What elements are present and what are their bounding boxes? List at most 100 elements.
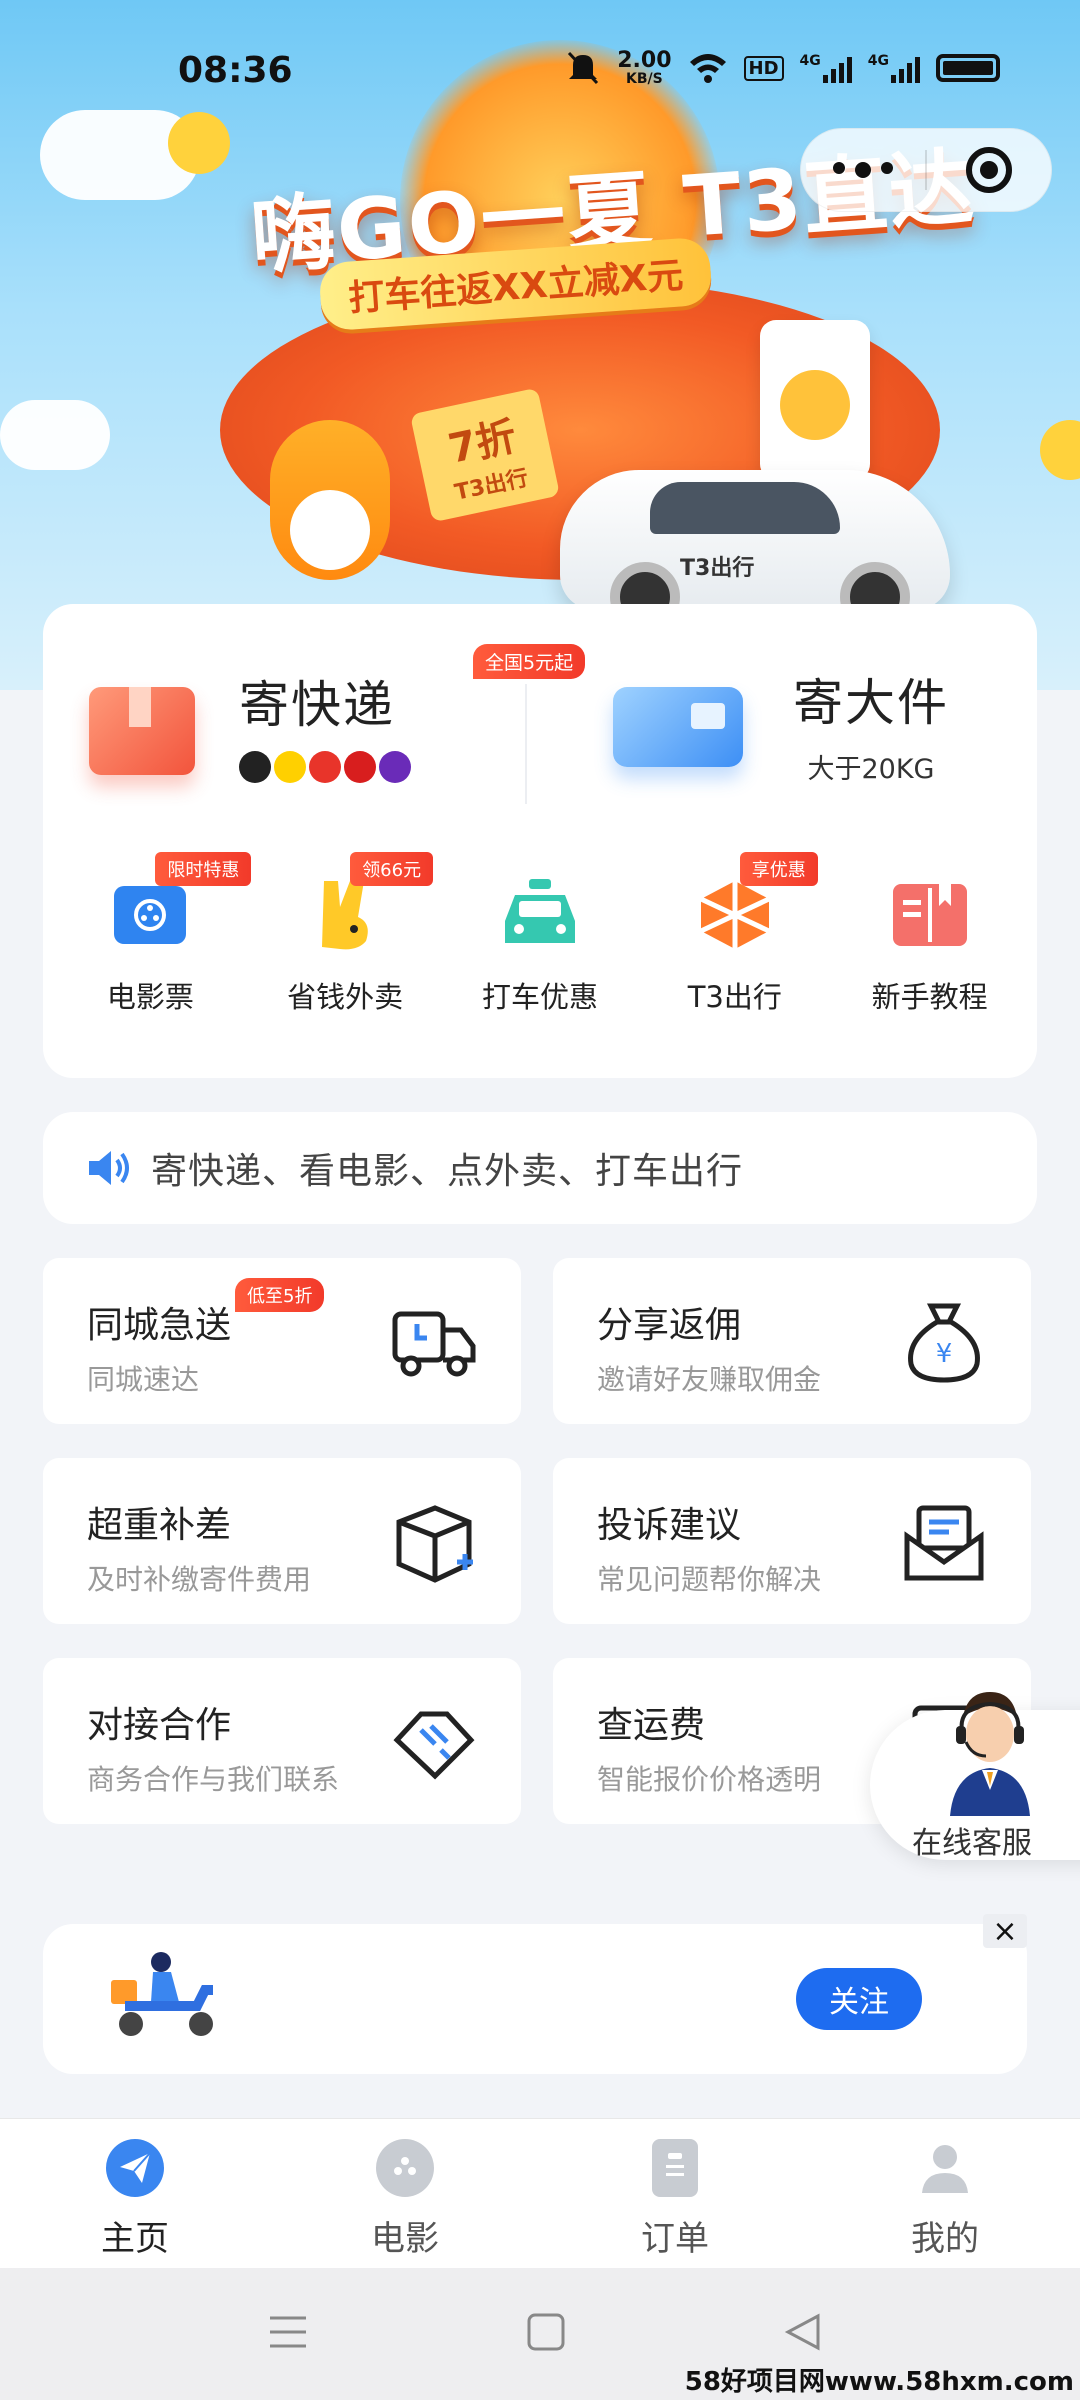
quick-entry-tag: 享优惠 xyxy=(739,852,818,886)
signal-1: 4G xyxy=(800,53,852,83)
battery-icon xyxy=(936,54,1000,82)
tab-label: 我的 xyxy=(911,2219,979,2259)
tile-share-commission[interactable]: 分享返佣 邀请好友赚取佣金 ¥ xyxy=(553,1258,1031,1424)
jd-logo-icon xyxy=(344,751,376,783)
quick-entry-tag: 限时特惠 xyxy=(155,852,252,886)
tab-profile[interactable]: 我的 xyxy=(810,2119,1080,2268)
follow-button[interactable]: 关注 xyxy=(796,1968,922,2030)
express-price-tag: 全国5元起 xyxy=(473,644,586,679)
speaker-icon xyxy=(89,1151,129,1185)
online-service-label: 在线客服 xyxy=(912,1826,1032,1861)
quick-entry-label: 打车优惠 xyxy=(481,980,598,1014)
close-follow-bar-icon[interactable]: × xyxy=(983,1914,1027,1949)
net-speed-value: 2.00 xyxy=(617,48,672,73)
book-icon xyxy=(889,874,971,956)
sf-logo-icon xyxy=(239,751,271,783)
tab-label: 订单 xyxy=(641,2219,709,2259)
quick-entry-takeout[interactable]: 省钱外卖 领66元 xyxy=(250,852,440,1016)
quick-entry-label: T3出行 xyxy=(687,980,782,1014)
send-express-title: 寄快递 xyxy=(239,676,395,734)
laughing-emoji-icon xyxy=(1040,420,1080,480)
menu-icon[interactable] xyxy=(268,2312,308,2352)
quick-entry-movie[interactable]: 电影票 限时特惠 xyxy=(55,852,252,1016)
tile-subtitle: 智能报价价格透明 xyxy=(597,1763,822,1796)
car-logo: T3出行 xyxy=(680,556,755,581)
quick-entry-label: 电影票 xyxy=(106,980,194,1014)
tile-subtitle: 同城速达 xyxy=(87,1363,200,1396)
system-navigation-bar: 58好项目网www.58hxm.com xyxy=(0,2268,1080,2400)
tiger-mascot xyxy=(270,420,390,580)
tile-same-city-delivery[interactable]: 同城急送 同城速达 低至5折 xyxy=(43,1258,521,1424)
money-bag-icon: ¥ xyxy=(908,1303,980,1383)
debang-logo-icon xyxy=(309,751,341,783)
status-icons: 2.00 KB/S HD 4G 4G xyxy=(565,50,1000,86)
tile-cooperation[interactable]: 对接合作 商务合作与我们联系 xyxy=(43,1658,521,1824)
watermark: 58好项目网www.58hxm.com xyxy=(684,2367,1074,2397)
paper-plane-icon xyxy=(106,2139,164,2197)
cloud-decoration xyxy=(0,400,110,470)
tile-complaints[interactable]: 投诉建议 常见问题帮你解决 xyxy=(553,1458,1031,1624)
more-menu-icon[interactable] xyxy=(801,162,925,178)
quick-entry-taxi[interactable]: 打车优惠 xyxy=(445,874,635,1016)
service-divider xyxy=(525,684,527,804)
tile-tag: 低至5折 xyxy=(235,1278,325,1312)
back-triangle-icon[interactable] xyxy=(782,2312,822,2352)
service-card: 寄快递 全国5元起 寄大件 大于20KG 电影票 限时特惠 省钱外卖 领66元 … xyxy=(43,604,1037,1078)
parcel-box-icon xyxy=(83,669,203,779)
courier-logos xyxy=(239,751,411,783)
mute-bell-icon xyxy=(568,51,599,85)
tab-home[interactable]: 主页 xyxy=(0,2119,270,2268)
kangaroo-mascot-icon xyxy=(304,874,386,956)
home-square-icon[interactable] xyxy=(526,2312,566,2352)
tile-subtitle: 及时补缴寄件费用 xyxy=(87,1563,312,1596)
tile-subtitle: 邀请好友赚取佣金 xyxy=(597,1363,822,1396)
film-reel-icon xyxy=(376,2139,434,2197)
person-icon xyxy=(916,2139,974,2197)
tab-label: 主页 xyxy=(101,2219,169,2259)
bottom-tab-bar: 主页 电影 订单 我的 xyxy=(0,2118,1080,2268)
send-express-button[interactable]: 寄快递 全国5元起 xyxy=(83,644,586,804)
signal-bars-icon xyxy=(891,53,920,83)
tile-overweight-payment[interactable]: 超重补差 及时补缴寄件费用 xyxy=(43,1458,521,1624)
send-large-title: 寄大件 xyxy=(793,673,949,732)
movie-ticket-icon xyxy=(109,874,191,956)
wifi-icon xyxy=(689,54,726,83)
quick-entry-label: 新手教程 xyxy=(871,980,988,1014)
t3-logo-icon xyxy=(694,874,776,956)
quick-entry-tutorial[interactable]: 新手教程 xyxy=(835,874,1025,1016)
net-speed: 2.00 KB/S xyxy=(617,48,672,87)
send-large-sub: 大于20KG xyxy=(807,753,935,785)
tile-title: 对接合作 xyxy=(87,1705,232,1746)
status-bar: 08:36 2.00 KB/S HD 4G 4G xyxy=(0,0,1080,140)
signal-bars-icon xyxy=(822,53,852,83)
quick-entry-t3[interactable]: T3出行 享优惠 xyxy=(640,852,830,1016)
signal-1-type: 4G xyxy=(799,53,821,69)
net-speed-unit: KB/S xyxy=(626,71,663,87)
quick-entry-label: 省钱外卖 xyxy=(287,980,404,1014)
yunda-logo-icon xyxy=(274,751,306,783)
tile-title: 投诉建议 xyxy=(597,1505,742,1546)
close-miniprogram-icon[interactable] xyxy=(927,147,1051,193)
tab-movie[interactable]: 电影 xyxy=(270,2119,540,2268)
tile-subtitle: 商务合作与我们联系 xyxy=(87,1763,340,1796)
send-large-item-button[interactable]: 寄大件 大于20KG xyxy=(603,644,949,804)
car-illustration: T3出行 xyxy=(560,470,950,632)
signal-2: 4G xyxy=(868,53,920,83)
hd-icon: HD xyxy=(743,55,784,81)
quick-entry-tag: 领66元 xyxy=(350,852,434,886)
notice-bar[interactable]: 寄快递、看电影、点外卖、打车出行 xyxy=(43,1112,1037,1224)
delivery-truck-icon xyxy=(392,1311,476,1377)
tile-title: 同城急送 xyxy=(87,1305,232,1346)
follow-official-account-bar: 关注 × xyxy=(43,1914,1027,2074)
tab-label: 电影 xyxy=(371,2219,439,2259)
customer-service-agent-icon xyxy=(950,1692,1030,1816)
status-time: 08:36 xyxy=(178,50,293,91)
scooter-rider-icon xyxy=(111,1952,213,2036)
taxi-icon xyxy=(499,874,581,956)
tab-orders[interactable]: 订单 xyxy=(540,2119,810,2268)
tile-title: 分享返佣 xyxy=(597,1305,742,1346)
quick-entry-row: 电影票 限时特惠 省钱外卖 领66元 打车优惠 T3出行 享优惠 新手教程 xyxy=(43,852,1037,1016)
miniprogram-capsule xyxy=(800,128,1052,212)
online-service-button[interactable]: 在线客服 xyxy=(870,1692,1080,1861)
truck-icon xyxy=(603,669,753,779)
